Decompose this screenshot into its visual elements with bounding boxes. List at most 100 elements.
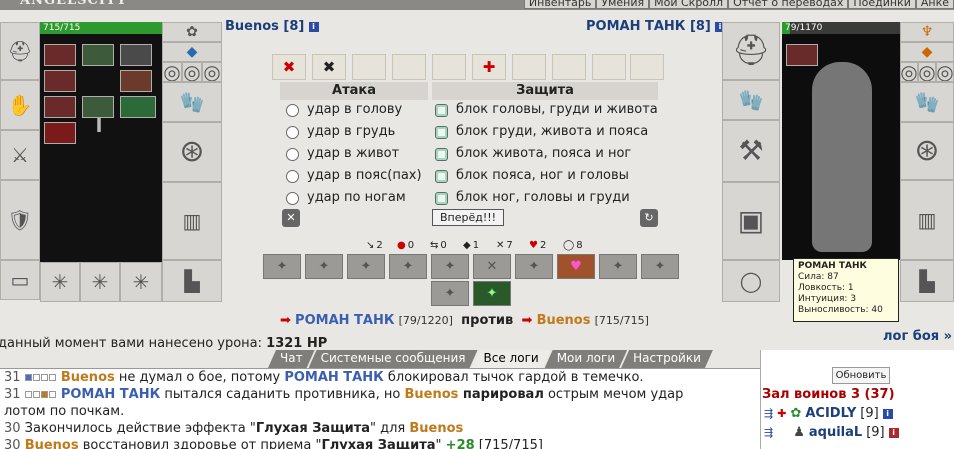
battle-log-link[interactable]: лог боя » <box>883 329 952 344</box>
technique-3[interactable]: ✦ <box>347 254 385 279</box>
weapon-slot[interactable]: ⚔ <box>0 130 40 180</box>
scroll-slot-5[interactable] <box>432 54 466 80</box>
opponent-ring-3[interactable]: ◎ <box>936 62 954 82</box>
defense-option-4[interactable]: блок пояса, ног и головы <box>435 165 629 187</box>
technique-6[interactable]: ✕ <box>473 254 511 279</box>
scroll-slot-9[interactable] <box>592 54 626 80</box>
opponent-shield-slot[interactable]: ⊛ <box>900 122 954 180</box>
technique-9[interactable]: ✦ <box>599 254 637 279</box>
technique-1[interactable]: ✦ <box>263 254 301 279</box>
rune-slot-2[interactable]: ✳ <box>80 262 120 302</box>
defense-option-5[interactable]: блок ног, головы и груди <box>435 187 630 209</box>
item-slot-4[interactable] <box>44 70 76 92</box>
attack-option-chest[interactable]: удар в грудь <box>286 121 395 143</box>
versus-left-name[interactable]: РОМАН ТАНК <box>295 313 394 328</box>
technique-5[interactable]: ✦ <box>431 254 469 279</box>
attack-option-belly[interactable]: удар в живот <box>286 143 399 165</box>
scroll-slot-2[interactable]: ✖ <box>312 54 346 80</box>
attack-radio[interactable] <box>286 125 299 139</box>
item-slot-6[interactable] <box>44 96 76 118</box>
menu-scrolls[interactable]: Мои Скролл <box>649 0 729 9</box>
technique-8[interactable]: ♥ <box>557 254 595 279</box>
scroll-slot-6[interactable]: ✚ <box>472 54 506 80</box>
tab-my-logs[interactable]: Мои логи <box>545 350 627 368</box>
item-slot-2[interactable] <box>82 44 114 66</box>
belt-slot[interactable]: ▭ <box>0 260 40 300</box>
defense-radio[interactable] <box>435 191 448 205</box>
scroll-slot-3[interactable] <box>352 54 386 80</box>
technique-12[interactable]: ✦ <box>473 281 511 306</box>
shield-slot[interactable]: ⊛ <box>162 122 222 182</box>
opponent-item-slot[interactable] <box>786 44 818 66</box>
earring-slot[interactable]: ◆ <box>162 42 222 62</box>
info-icon[interactable]: i <box>888 427 899 438</box>
rune-slot-1[interactable]: ✳ <box>40 262 80 302</box>
opponent-ring-1[interactable]: ◎ <box>900 62 918 82</box>
item-slot-3[interactable] <box>120 44 152 66</box>
scroll-slot-7[interactable] <box>512 54 546 80</box>
menu-inventory[interactable]: Инвентарь <box>523 0 597 9</box>
item-slot-1[interactable] <box>44 44 76 66</box>
item-slot-8[interactable] <box>120 96 156 118</box>
opponent-belt-slot[interactable]: ◯ <box>722 260 780 302</box>
menu-duels[interactable]: Поединки <box>848 0 916 9</box>
attack-option-legs[interactable]: удар по ногам <box>286 187 406 209</box>
player-row[interactable]: ⇶ ♟ aquilaL [9] i <box>764 425 899 440</box>
player-row[interactable]: ⇶ ✚ ✿ ACIDLY [9] i <box>764 406 893 421</box>
attack-radio[interactable] <box>286 147 299 161</box>
rune-slot-3[interactable]: ✳ <box>120 262 162 302</box>
info-icon[interactable]: i <box>308 21 319 32</box>
opponent-weapon-slot[interactable]: ⚒ <box>722 120 780 182</box>
body-armor-slot[interactable]: 🛡 <box>0 180 40 260</box>
amulet-slot[interactable]: ✿ <box>162 22 222 42</box>
attack-radio[interactable] <box>286 103 299 117</box>
scroll-slot-10[interactable] <box>630 54 664 80</box>
opponent-boots-slot[interactable]: ▙ <box>900 260 954 302</box>
ring-slot-3[interactable]: ◎ <box>202 62 222 82</box>
defense-option-2[interactable]: блок груди, живота и пояса <box>435 121 648 143</box>
defense-radio[interactable] <box>435 147 448 161</box>
attack-option-head[interactable]: удар в голову <box>286 99 402 121</box>
left-player-name[interactable]: Buenos [8] <box>225 19 304 34</box>
tab-chat[interactable]: Чат <box>268 350 315 368</box>
defense-radio[interactable] <box>435 103 448 117</box>
boots-slot[interactable]: ▙ <box>162 260 222 302</box>
tab-system[interactable]: Системные сообщения <box>309 350 478 368</box>
menu-skills[interactable]: Умения <box>596 0 650 9</box>
technique-10[interactable]: ✦ <box>641 254 679 279</box>
info-icon[interactable]: i <box>882 408 893 419</box>
menu-transfers[interactable]: Отчет о переводах <box>728 0 849 9</box>
defense-radio[interactable] <box>435 125 448 139</box>
scroll-slot-8[interactable] <box>552 54 586 80</box>
ring-slot-1[interactable]: ◎ <box>162 62 182 82</box>
close-fight-icon[interactable]: ✕ <box>282 209 300 227</box>
legs-slot[interactable]: ▥ <box>162 182 222 260</box>
technique-4[interactable]: ✦ <box>389 254 427 279</box>
attack-option-waist[interactable]: удар в пояс(пах) <box>286 165 422 187</box>
tab-settings[interactable]: Настройки <box>621 350 713 368</box>
opponent-amulet-slot[interactable]: ♆ <box>900 22 954 42</box>
item-slot-5[interactable] <box>120 70 152 92</box>
defense-option-3[interactable]: блок живота, пояса и ног <box>435 143 631 165</box>
opponent-helmet-slot[interactable]: ⛑ <box>722 22 780 80</box>
attack-radio[interactable] <box>286 191 299 205</box>
opponent-earring-slot[interactable]: ◆ <box>900 42 954 62</box>
versus-right-name[interactable]: Buenos <box>537 313 591 328</box>
refresh-button[interactable]: Обновить <box>832 367 890 384</box>
scroll-slot-1[interactable]: ✖ <box>272 54 306 80</box>
technique-7[interactable]: ✦ <box>515 254 553 279</box>
scroll-slot-4[interactable] <box>392 54 426 80</box>
item-slot-9[interactable] <box>44 122 76 144</box>
opponent-bracers-slot[interactable]: 🧤 <box>900 82 954 122</box>
ring-slot-2[interactable]: ◎ <box>182 62 202 82</box>
defense-radio[interactable] <box>435 169 448 183</box>
right-player-name[interactable]: РОМАН ТАНК [8] <box>586 19 711 34</box>
technique-11[interactable]: ✦ <box>431 281 469 306</box>
opponent-ring-2[interactable]: ◎ <box>918 62 936 82</box>
helmet-slot[interactable]: ⛑ <box>0 22 40 80</box>
defense-option-1[interactable]: блок головы, груди и живота <box>435 99 658 121</box>
gloves-slot[interactable]: 🧤 <box>162 82 222 122</box>
opponent-gloves-slot[interactable]: 🧤 <box>722 80 780 120</box>
refresh-fight-icon[interactable]: ↻ <box>640 209 658 227</box>
opponent-legs-slot[interactable]: ▥ <box>900 180 954 260</box>
